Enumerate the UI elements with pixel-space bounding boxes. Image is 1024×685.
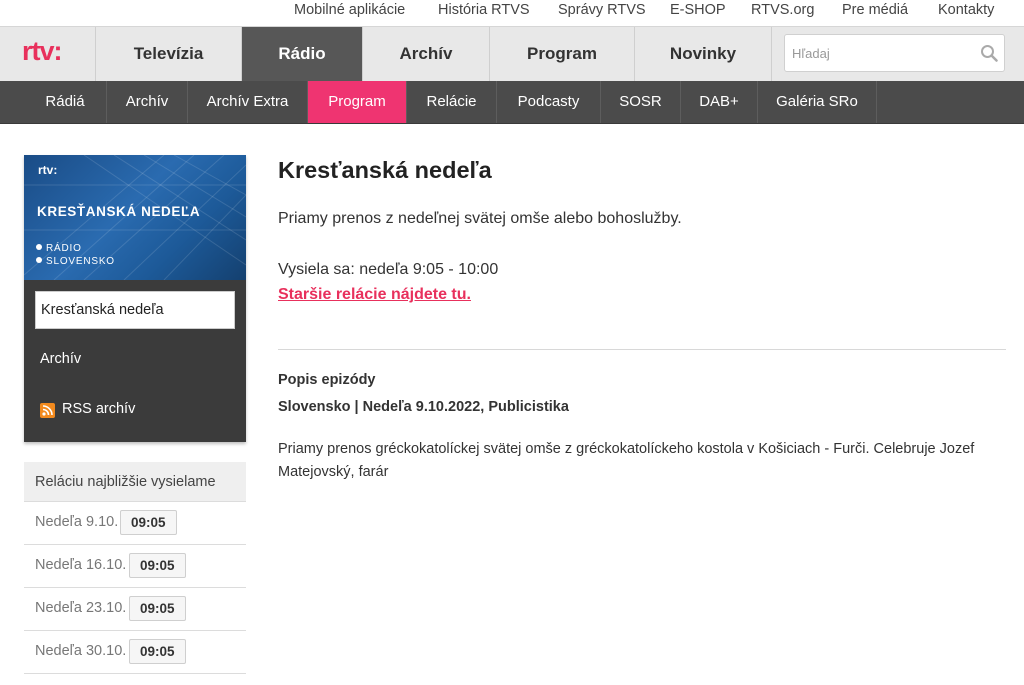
sub-navigation: Rádiá Archív Archív Extra Program Reláci…	[0, 81, 1024, 124]
upcoming-broadcasts: Reláciu najbližšie vysielame Nedeľa 9.10…	[24, 462, 246, 674]
tab-archiv[interactable]: Archív	[363, 27, 490, 81]
rss-icon	[40, 403, 55, 418]
list-item: Nedeľa 9.10. 09:05	[24, 502, 246, 545]
broadcast-date: Nedeľa 30.10.	[35, 643, 127, 659]
older-episodes-link[interactable]: Staršie relácie nájdete tu.	[278, 286, 471, 304]
link-rtvs-org[interactable]: RTVS.org	[751, 2, 814, 18]
upcoming-heading: Reláciu najbližšie vysielame	[24, 462, 246, 502]
episode-meta: Slovensko | Nedeľa 9.10.2022, Publicisti…	[278, 399, 569, 415]
show-description: Priamy prenos z nedeľnej svätej omše ale…	[278, 210, 682, 227]
subtab-relacie[interactable]: Relácie	[407, 81, 497, 123]
link-pre-media[interactable]: Pre médiá	[842, 2, 908, 18]
rtv-logo[interactable]: rtv:	[0, 27, 96, 81]
link-spravy-rtvs[interactable]: Správy RTVS	[558, 2, 646, 18]
subtab-radia[interactable]: Rádiá	[24, 81, 107, 123]
broadcast-date: Nedeľa 16.10.	[35, 557, 127, 573]
list-item: Nedeľa 30.10. 09:05	[24, 631, 246, 674]
broadcast-date: Nedeľa 23.10.	[35, 600, 127, 616]
broadcast-schedule: Vysiela sa: nedeľa 9:05 - 10:00	[278, 261, 499, 278]
banner-logo: rtv:	[38, 163, 58, 177]
episode-heading: Popis epizódy	[278, 372, 376, 388]
search-input[interactable]	[785, 35, 975, 71]
list-item: Nedeľa 16.10. 09:05	[24, 545, 246, 588]
subtab-archiv-extra[interactable]: Archív Extra	[188, 81, 308, 123]
episode-description: Priamy prenos gréckokatolíckej svätej om…	[278, 441, 975, 480]
link-history-rtvs[interactable]: História RTVS	[438, 2, 530, 18]
subtab-archiv[interactable]: Archív	[107, 81, 188, 123]
divider	[278, 349, 1006, 350]
subtab-galeria-sro[interactable]: Galéria SRo	[758, 81, 877, 123]
banner-station-line2: SLOVENSKO	[36, 256, 115, 267]
sidebar-item-rss-archiv[interactable]: RSS archív	[62, 401, 135, 417]
search-icon[interactable]	[980, 44, 998, 62]
tab-program[interactable]: Program	[490, 27, 635, 81]
sidebar-item-archiv[interactable]: Archív	[40, 351, 81, 367]
logo-text: rtv:	[22, 36, 63, 66]
broadcast-time-badge: 09:05	[129, 639, 186, 664]
subtab-podcasty[interactable]: Podcasty	[497, 81, 601, 123]
link-mobile-apps[interactable]: Mobilné aplikácie	[294, 2, 405, 18]
tab-radio[interactable]: Rádio	[242, 27, 363, 81]
subtab-program[interactable]: Program	[308, 81, 407, 123]
page-title: Kresťanská nedeľa	[278, 157, 492, 183]
banner-title: KRESŤANSKÁ NEDEĽA	[37, 204, 201, 219]
subtab-sosr[interactable]: SOSR	[601, 81, 681, 123]
dot-icon	[36, 244, 42, 250]
show-banner: rtv: KRESŤANSKÁ NEDEĽA RÁDIO SLOVENSKO	[24, 155, 246, 280]
banner-station-line1: RÁDIO	[36, 243, 82, 254]
dot-icon	[36, 257, 42, 263]
link-eshop[interactable]: E-SHOP	[670, 2, 726, 18]
show-sidebar-box: rtv: KRESŤANSKÁ NEDEĽA RÁDIO SLOVENSKO K…	[24, 155, 246, 442]
tab-televizia[interactable]: Televízia	[96, 27, 242, 81]
main-navigation: rtv: Televízia Rádio Archív Program Novi…	[0, 26, 1024, 81]
top-utility-bar: Mobilné aplikácie História RTVS Správy R…	[0, 0, 1024, 26]
search-box	[784, 34, 1005, 72]
link-kontakty[interactable]: Kontakty	[938, 2, 994, 18]
sidebar-item-krestanska-nedela[interactable]: Kresťanská nedeľa	[35, 291, 235, 329]
broadcast-time-badge: 09:05	[120, 510, 177, 535]
list-item: Nedeľa 23.10. 09:05	[24, 588, 246, 631]
tab-novinky[interactable]: Novinky	[635, 27, 772, 81]
broadcast-time-badge: 09:05	[129, 553, 186, 578]
subtab-dab[interactable]: DAB+	[681, 81, 758, 123]
broadcast-date: Nedeľa 9.10.	[35, 514, 119, 530]
broadcast-time-badge: 09:05	[129, 596, 186, 621]
